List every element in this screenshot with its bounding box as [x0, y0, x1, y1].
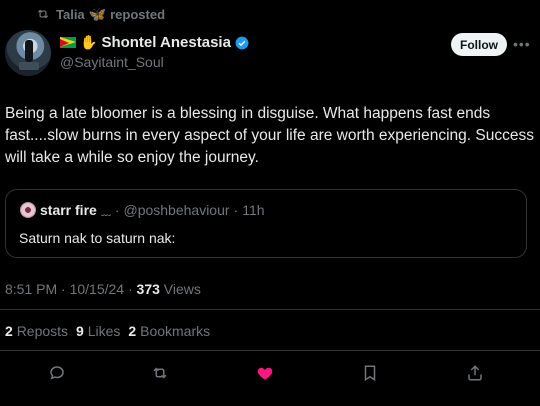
share-icon[interactable] — [464, 362, 486, 384]
quoted-author-name: starr fire — [40, 202, 97, 218]
avatar[interactable] — [5, 30, 51, 76]
quoted-text: Saturn nak to saturn nak: — [19, 230, 176, 246]
reposts-stat[interactable]: 2 Reposts — [5, 323, 68, 339]
like-icon[interactable] — [254, 362, 276, 384]
repost-icon — [37, 9, 49, 19]
quoted-separator-2: · — [233, 202, 239, 218]
author-name[interactable]: Shontel Anestasia — [101, 34, 230, 51]
quoted-author-handle: @poshbehaviour — [123, 202, 230, 218]
views-label: Views — [163, 281, 201, 297]
views-count: 373 — [136, 281, 160, 297]
repost-banner[interactable]: Talia 🦋 reposted — [36, 5, 165, 23]
repost-action-icon[interactable] — [149, 362, 171, 384]
author-handle[interactable]: @Sayitaint_Soul — [60, 54, 164, 70]
follow-button[interactable]: Follow — [451, 33, 507, 56]
post-meta: 8:51 PM · 10/15/24 · 373 Views — [5, 281, 201, 297]
wave-decoration-icon: ﹏ — [100, 206, 111, 218]
action-bar — [0, 362, 540, 384]
quoted-post-header: starr fire ﹏ · @poshbehaviour · 11h — [20, 202, 265, 218]
post-date[interactable]: 10/15/24 — [70, 281, 125, 297]
verified-icon — [235, 36, 249, 49]
quoted-time: 11h — [242, 202, 265, 218]
quoted-post[interactable]: starr fire ﹏ · @poshbehaviour · 11h Satu… — [5, 189, 527, 258]
bookmarks-stat[interactable]: 2 Bookmarks — [128, 323, 210, 339]
repost-label: reposted — [110, 6, 166, 22]
hamsa-icon: ✋ — [80, 34, 98, 50]
more-options-icon[interactable]: ••• — [513, 36, 531, 52]
butterfly-icon: 🦋 — [88, 5, 107, 22]
reply-icon[interactable] — [46, 362, 68, 384]
divider — [0, 350, 540, 351]
post-text: Being a late bloomer is a blessing in di… — [5, 105, 534, 166]
post-time[interactable]: 8:51 PM — [5, 281, 57, 297]
likes-stat[interactable]: 9 Likes — [76, 323, 120, 339]
guyana-flag-icon — [60, 37, 76, 48]
quoted-separator: · — [114, 202, 120, 218]
bookmark-icon[interactable] — [359, 362, 381, 384]
quoted-avatar — [20, 202, 36, 218]
author-name-row[interactable]: ✋ Shontel Anestasia — [60, 34, 249, 51]
engagement-stats: 2 Reposts 9 Likes 2 Bookmarks — [5, 323, 210, 339]
reposter-name[interactable]: Talia — [56, 7, 85, 22]
divider — [0, 309, 540, 310]
